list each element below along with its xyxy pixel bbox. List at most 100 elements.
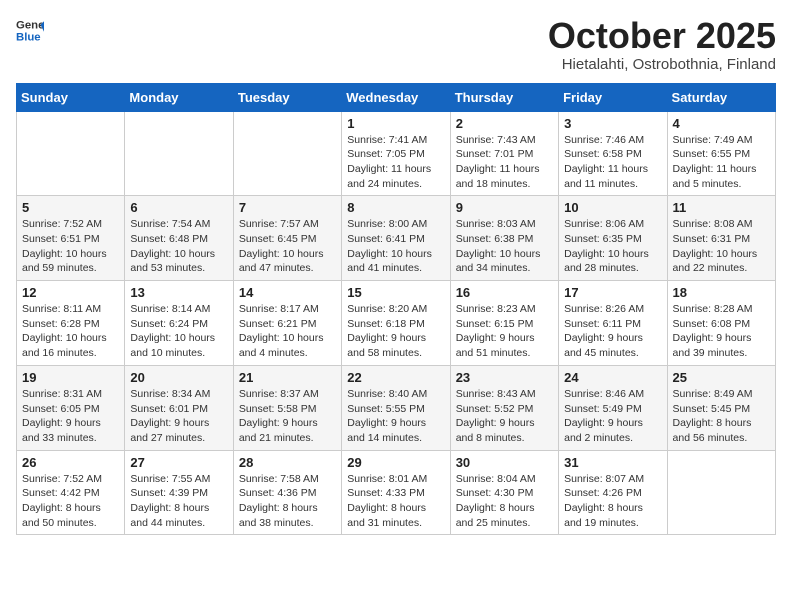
calendar-cell xyxy=(125,111,233,196)
svg-text:Blue: Blue xyxy=(16,32,41,44)
location-title: Hietalahti, Ostrobothnia, Finland xyxy=(548,56,776,73)
day-info: Sunrise: 8:37 AM Sunset: 5:58 PM Dayligh… xyxy=(239,387,336,446)
calendar-week-1: 1 Sunrise: 7:41 AM Sunset: 7:05 PM Daylig… xyxy=(17,111,776,196)
day-info: Sunrise: 7:43 AM Sunset: 7:01 PM Dayligh… xyxy=(456,133,553,192)
calendar-cell: 18Sunrise: 8:28 AM Sunset: 6:08 PM Dayli… xyxy=(667,281,775,366)
calendar-cell xyxy=(233,111,341,196)
calendar-cell: 1 Sunrise: 7:41 AM Sunset: 7:05 PM Daylig… xyxy=(342,111,450,196)
calendar-cell: 14 Sunrise: 8:17 AM Sunset: 6:21 PM Dayli… xyxy=(233,281,341,366)
calendar-week-4: 19 Sunrise: 8:31 AM Sunset: 6:05 PM Dayli… xyxy=(17,365,776,450)
calendar-cell: 30 Sunrise: 8:04 AM Sunset: 4:30 PM Dayli… xyxy=(450,450,558,535)
day-info: Sunrise: 8:26 AM Sunset: 6:11 PM Dayligh… xyxy=(564,302,661,361)
day-number: 3 xyxy=(564,116,661,131)
day-info: Sunrise: 8:00 AM Sunset: 6:41 PM Dayligh… xyxy=(347,217,444,276)
day-number: 19 xyxy=(22,370,119,385)
day-info: Sunrise: 8:20 AM Sunset: 6:18 PM Dayligh… xyxy=(347,302,444,361)
day-number: 4 xyxy=(673,116,770,131)
day-number: 12 xyxy=(22,285,119,300)
day-number: 16 xyxy=(456,285,553,300)
weekday-header-sunday: Sunday xyxy=(17,83,125,111)
calendar-cell: 11 Sunrise: 8:08 AM Sunset: 6:31 PM Dayli… xyxy=(667,196,775,281)
page-header: General Blue October 2025 Hietalahti, Os… xyxy=(16,16,776,73)
calendar-cell: 2Sunrise: 7:43 AM Sunset: 7:01 PM Daylig… xyxy=(450,111,558,196)
day-info: Sunrise: 8:49 AM Sunset: 5:45 PM Dayligh… xyxy=(673,387,770,446)
weekday-header-tuesday: Tuesday xyxy=(233,83,341,111)
day-info: Sunrise: 8:08 AM Sunset: 6:31 PM Dayligh… xyxy=(673,217,770,276)
day-info: Sunrise: 7:52 AM Sunset: 4:42 PM Dayligh… xyxy=(22,472,119,531)
day-info: Sunrise: 7:58 AM Sunset: 4:36 PM Dayligh… xyxy=(239,472,336,531)
calendar-cell xyxy=(667,450,775,535)
day-info: Sunrise: 7:52 AM Sunset: 6:51 PM Dayligh… xyxy=(22,217,119,276)
weekday-header-friday: Friday xyxy=(559,83,667,111)
day-number: 11 xyxy=(673,200,770,215)
day-number: 23 xyxy=(456,370,553,385)
day-number: 22 xyxy=(347,370,444,385)
day-number: 17 xyxy=(564,285,661,300)
day-info: Sunrise: 8:23 AM Sunset: 6:15 PM Dayligh… xyxy=(456,302,553,361)
day-info: Sunrise: 7:55 AM Sunset: 4:39 PM Dayligh… xyxy=(130,472,227,531)
day-number: 14 xyxy=(239,285,336,300)
day-info: Sunrise: 7:46 AM Sunset: 6:58 PM Dayligh… xyxy=(564,133,661,192)
calendar-cell: 19 Sunrise: 8:31 AM Sunset: 6:05 PM Dayli… xyxy=(17,365,125,450)
day-number: 25 xyxy=(673,370,770,385)
calendar-week-5: 26 Sunrise: 7:52 AM Sunset: 4:42 PM Dayli… xyxy=(17,450,776,535)
day-info: Sunrise: 7:57 AM Sunset: 6:45 PM Dayligh… xyxy=(239,217,336,276)
calendar-cell: 25 Sunrise: 8:49 AM Sunset: 5:45 PM Dayli… xyxy=(667,365,775,450)
day-number: 29 xyxy=(347,455,444,470)
day-number: 1 xyxy=(347,116,444,131)
day-number: 31 xyxy=(564,455,661,470)
day-number: 30 xyxy=(456,455,553,470)
day-number: 9 xyxy=(456,200,553,215)
day-number: 18 xyxy=(673,285,770,300)
day-info: Sunrise: 8:31 AM Sunset: 6:05 PM Dayligh… xyxy=(22,387,119,446)
logo-icon: General Blue xyxy=(16,16,44,44)
svg-text:General: General xyxy=(16,19,44,31)
calendar-cell: 6 Sunrise: 7:54 AM Sunset: 6:48 PM Daylig… xyxy=(125,196,233,281)
day-info: Sunrise: 8:01 AM Sunset: 4:33 PM Dayligh… xyxy=(347,472,444,531)
day-number: 24 xyxy=(564,370,661,385)
day-info: Sunrise: 8:04 AM Sunset: 4:30 PM Dayligh… xyxy=(456,472,553,531)
day-number: 8 xyxy=(347,200,444,215)
calendar-cell: 13 Sunrise: 8:14 AM Sunset: 6:24 PM Dayli… xyxy=(125,281,233,366)
day-info: Sunrise: 8:03 AM Sunset: 6:38 PM Dayligh… xyxy=(456,217,553,276)
calendar-cell: 10Sunrise: 8:06 AM Sunset: 6:35 PM Dayli… xyxy=(559,196,667,281)
month-title: October 2025 xyxy=(548,16,776,56)
calendar-cell: 28 Sunrise: 7:58 AM Sunset: 4:36 PM Dayli… xyxy=(233,450,341,535)
calendar-cell: 8 Sunrise: 8:00 AM Sunset: 6:41 PM Daylig… xyxy=(342,196,450,281)
day-info: Sunrise: 8:14 AM Sunset: 6:24 PM Dayligh… xyxy=(130,302,227,361)
day-number: 26 xyxy=(22,455,119,470)
calendar-cell: 27Sunrise: 7:55 AM Sunset: 4:39 PM Dayli… xyxy=(125,450,233,535)
calendar-cell: 7 Sunrise: 7:57 AM Sunset: 6:45 PM Daylig… xyxy=(233,196,341,281)
day-number: 20 xyxy=(130,370,227,385)
day-info: Sunrise: 8:46 AM Sunset: 5:49 PM Dayligh… xyxy=(564,387,661,446)
calendar-cell: 31 Sunrise: 8:07 AM Sunset: 4:26 PM Dayli… xyxy=(559,450,667,535)
day-number: 6 xyxy=(130,200,227,215)
logo: General Blue xyxy=(16,16,44,44)
calendar-cell: 5 Sunrise: 7:52 AM Sunset: 6:51 PM Daylig… xyxy=(17,196,125,281)
calendar-cell xyxy=(17,111,125,196)
calendar-cell: 20Sunrise: 8:34 AM Sunset: 6:01 PM Dayli… xyxy=(125,365,233,450)
calendar-cell: 22Sunrise: 8:40 AM Sunset: 5:55 PM Dayli… xyxy=(342,365,450,450)
calendar-cell: 16 Sunrise: 8:23 AM Sunset: 6:15 PM Dayli… xyxy=(450,281,558,366)
weekday-header-thursday: Thursday xyxy=(450,83,558,111)
calendar-table: SundayMondayTuesdayWednesdayThursdayFrid… xyxy=(16,83,776,536)
calendar-cell: 12Sunrise: 8:11 AM Sunset: 6:28 PM Dayli… xyxy=(17,281,125,366)
calendar-cell: 23Sunrise: 8:43 AM Sunset: 5:52 PM Dayli… xyxy=(450,365,558,450)
day-info: Sunrise: 7:54 AM Sunset: 6:48 PM Dayligh… xyxy=(130,217,227,276)
day-info: Sunrise: 8:17 AM Sunset: 6:21 PM Dayligh… xyxy=(239,302,336,361)
calendar-cell: 15 Sunrise: 8:20 AM Sunset: 6:18 PM Dayli… xyxy=(342,281,450,366)
day-info: Sunrise: 7:41 AM Sunset: 7:05 PM Dayligh… xyxy=(347,133,444,192)
day-info: Sunrise: 8:07 AM Sunset: 4:26 PM Dayligh… xyxy=(564,472,661,531)
calendar-cell: 4Sunrise: 7:49 AM Sunset: 6:55 PM Daylig… xyxy=(667,111,775,196)
calendar-cell: 3 Sunrise: 7:46 AM Sunset: 6:58 PM Daylig… xyxy=(559,111,667,196)
day-number: 15 xyxy=(347,285,444,300)
calendar-cell: 9 Sunrise: 8:03 AM Sunset: 6:38 PM Daylig… xyxy=(450,196,558,281)
weekday-header-saturday: Saturday xyxy=(667,83,775,111)
day-number: 5 xyxy=(22,200,119,215)
weekday-header-row: SundayMondayTuesdayWednesdayThursdayFrid… xyxy=(17,83,776,111)
day-number: 13 xyxy=(130,285,227,300)
day-number: 28 xyxy=(239,455,336,470)
day-info: Sunrise: 8:06 AM Sunset: 6:35 PM Dayligh… xyxy=(564,217,661,276)
weekday-header-monday: Monday xyxy=(125,83,233,111)
day-number: 7 xyxy=(239,200,336,215)
